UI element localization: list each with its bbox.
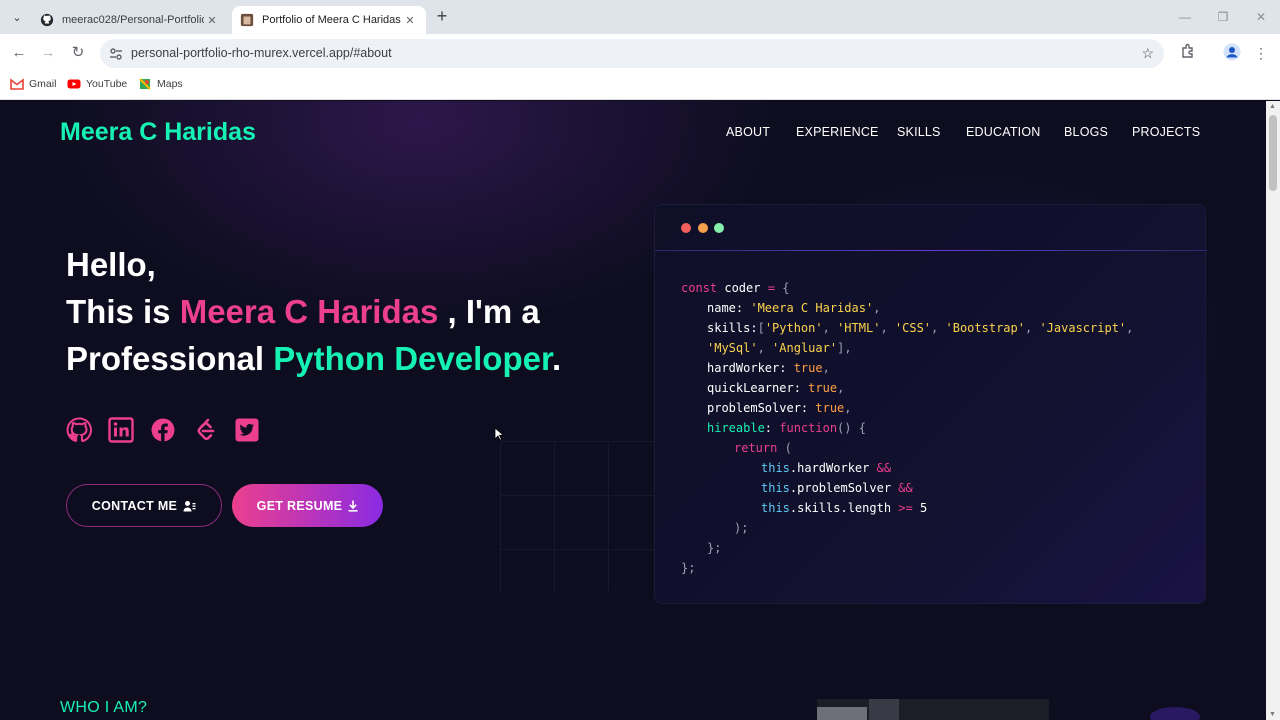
bookmark-gmail[interactable]: Gmail (10, 78, 56, 90)
hero-text: This is (66, 293, 180, 330)
reload-icon[interactable]: ↻ (67, 42, 89, 64)
bookmark-label: Maps (157, 78, 183, 90)
code-line: }; (681, 561, 696, 575)
youtube-icon (67, 79, 81, 89)
browser-menu-icon[interactable]: ⋮ (1251, 43, 1271, 63)
hero-role: Python Developer (273, 340, 552, 377)
code-line: skills:['Python', 'HTML', 'CSS', 'Bootst… (707, 321, 1134, 335)
contact-me-button[interactable]: CONTACT ME (66, 484, 222, 527)
code-divider (655, 250, 1207, 251)
tab-github-repo[interactable]: meerac028/Personal-Portfolio ✕ (32, 6, 228, 34)
window-dot-green (714, 223, 724, 233)
button-label: CONTACT ME (91, 498, 178, 513)
code-line: quickLearner: true, (707, 381, 845, 395)
tab-portfolio[interactable]: Portfolio of Meera C Haridas - I ✕ (232, 6, 426, 34)
maps-icon (139, 78, 151, 90)
github-icon[interactable] (66, 417, 92, 443)
hero-line-1: Hello, (66, 246, 156, 283)
code-line: const coder = { (681, 281, 790, 295)
close-tab-icon[interactable]: ✕ (402, 14, 418, 27)
bookmark-maps[interactable]: Maps (138, 78, 183, 90)
hero-text: Professional (66, 340, 274, 377)
profile-photo (817, 699, 1049, 720)
grid-decoration (500, 441, 660, 591)
site-info-icon[interactable] (108, 46, 124, 62)
profile-icon[interactable] (1222, 43, 1242, 63)
bookmark-label: Gmail (29, 78, 57, 90)
hero-line-3: Professional Python Developer. (66, 335, 561, 382)
page-scrollbar[interactable]: ▲ ▼ (1266, 101, 1280, 720)
browser-tab-bar: ⌄ meerac028/Personal-Portfolio ✕ Portfol… (0, 0, 1280, 34)
nav-projects[interactable]: PROJECTS (1132, 125, 1200, 139)
code-line: problemSolver: true, (707, 401, 852, 415)
section-title-who-i-am: WHO I AM? (60, 699, 148, 716)
github-icon (40, 13, 54, 27)
gmail-icon (10, 78, 24, 90)
window-dot-yellow (698, 223, 708, 233)
bookmark-youtube[interactable]: YouTube (67, 78, 127, 90)
code-line: return ( (734, 441, 792, 455)
code-line: this.skills.length >= 5 (761, 501, 928, 515)
code-line: hardWorker: true, (707, 361, 830, 375)
bookmark-label: YouTube (86, 78, 128, 90)
contact-user-icon (183, 500, 196, 511)
nav-about[interactable]: ABOUT (726, 125, 770, 139)
browser-toolbar: ← → ↻ personal-portfolio-rho-murex.verce… (0, 34, 1280, 72)
hero-heading: Hello, This is Meera C Haridas , I'm a P… (66, 241, 561, 382)
hero-text: . (551, 340, 562, 377)
scroll-down-icon[interactable]: ▼ (1269, 711, 1276, 718)
portfolio-page: Meera C Haridas ABOUT EXPERIENCE SKILLS … (0, 101, 1266, 720)
new-tab-button[interactable]: + (432, 6, 452, 28)
bookmarks-bar: Gmail YouTube Maps (0, 72, 1280, 100)
linkedin-icon[interactable] (108, 417, 134, 443)
restore-icon[interactable]: ❐ (1204, 6, 1242, 28)
get-resume-button[interactable]: GET RESUME (232, 484, 383, 527)
code-block: const coder = { name: 'Meera C Haridas', s… (681, 278, 1133, 578)
hero-name: Meera C Haridas (179, 293, 439, 330)
scroll-up-icon[interactable]: ▲ (1269, 103, 1276, 110)
tab-search-icon[interactable]: ⌄ (6, 6, 28, 28)
download-icon (348, 500, 358, 512)
code-line: hireable: function() { (707, 421, 866, 435)
nav-blogs[interactable]: BLOGS (1064, 125, 1108, 139)
twitter-icon[interactable] (234, 417, 260, 443)
social-links (66, 417, 260, 443)
forward-icon[interactable]: → (37, 42, 59, 64)
hero-text: , I'm a (438, 293, 540, 330)
code-line: this.hardWorker && (761, 461, 892, 475)
code-line: this.problemSolver && (761, 481, 913, 495)
minimize-icon[interactable]: — (1166, 6, 1204, 28)
code-window: const coder = { name: 'Meera C Haridas', s… (654, 204, 1207, 604)
brand-logo[interactable]: Meera C Haridas (60, 118, 256, 147)
tab-title: meerac028/Personal-Portfolio (62, 14, 204, 26)
close-window-icon[interactable]: ✕ (1242, 6, 1280, 28)
code-line: 'MySql', 'Angluar'], (707, 341, 852, 355)
window-dot-red (681, 223, 691, 233)
site-favicon (240, 13, 254, 27)
code-line: name: 'Meera C Haridas', (707, 301, 881, 315)
url-text: personal-portfolio-rho-murex.vercel.app/… (131, 46, 392, 60)
scrollbar-thumb[interactable] (1269, 115, 1277, 191)
bookmark-star-icon[interactable]: ☆ (1141, 45, 1154, 62)
extensions-icon[interactable] (1178, 43, 1198, 63)
address-bar[interactable]: personal-portfolio-rho-murex.vercel.app/… (100, 39, 1164, 68)
nav-experience[interactable]: EXPERIENCE (796, 125, 879, 139)
code-line: ); (734, 521, 749, 535)
hero-line-2: This is Meera C Haridas , I'm a (66, 288, 561, 335)
facebook-icon[interactable] (150, 417, 176, 443)
nav-skills[interactable]: SKILLS (897, 125, 941, 139)
nav-education[interactable]: EDUCATION (966, 125, 1041, 139)
button-label: GET RESUME (256, 498, 343, 513)
leetcode-icon[interactable] (192, 417, 218, 443)
code-line: }; (707, 541, 722, 555)
back-icon[interactable]: ← (8, 42, 30, 64)
tab-title: Portfolio of Meera C Haridas - I (262, 14, 402, 26)
decorative-blob (1150, 707, 1200, 720)
mouse-cursor-icon (494, 427, 504, 441)
close-tab-icon[interactable]: ✕ (204, 14, 220, 27)
